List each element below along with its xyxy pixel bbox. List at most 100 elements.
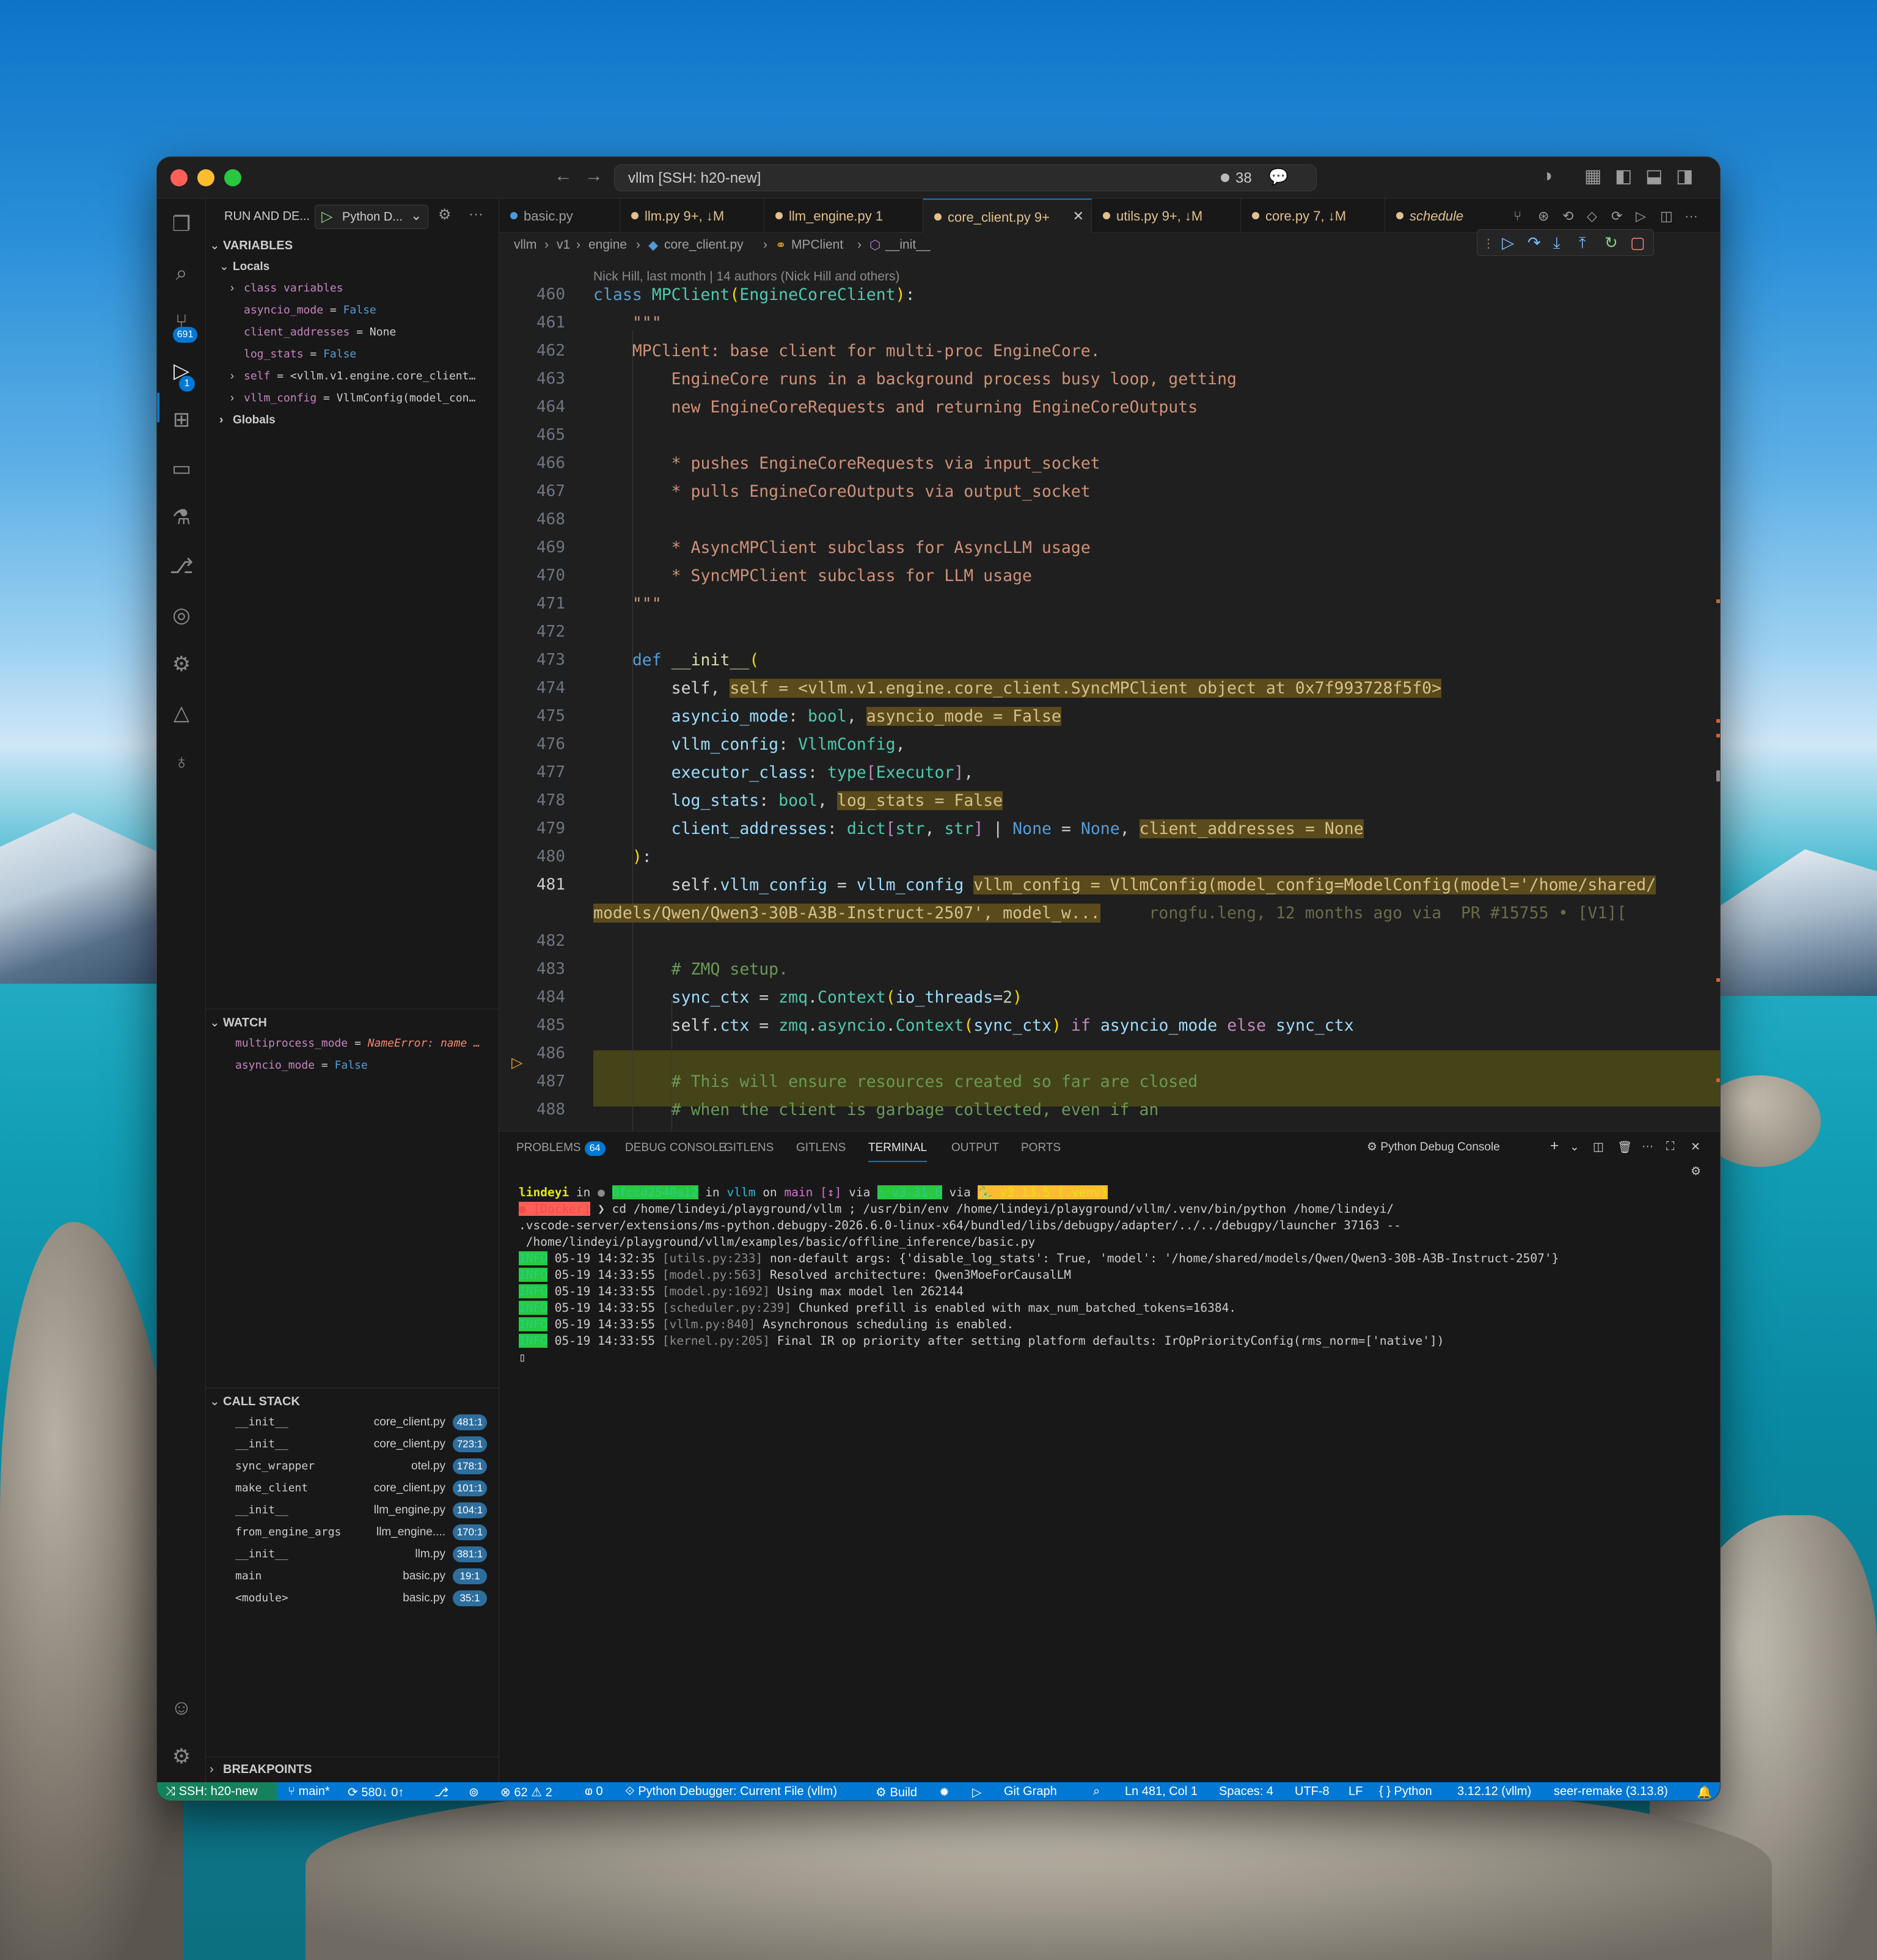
layout-icon[interactable]: ▦: [1584, 166, 1601, 187]
stop-icon[interactable]: ▢: [1630, 233, 1645, 252]
variable-vllm-config[interactable]: › vllm_config = VllmConfig(model_con…: [230, 392, 475, 404]
back-arrow-icon[interactable]: ←: [554, 166, 573, 186]
gitlens-inspect-icon[interactable]: ◎: [168, 602, 195, 629]
blame-annotation[interactable]: Nick Hill, last month | 14 authors (Nick…: [593, 269, 899, 284]
breadcrumb-item[interactable]: MPClient: [791, 238, 843, 252]
variable-class-variables[interactable]: › class variables: [230, 282, 343, 294]
indentation-status[interactable]: Spaces: 4: [1219, 1785, 1273, 1799]
minimize-window-button[interactable]: [197, 169, 214, 186]
split-terminal-icon[interactable]: ◫: [1593, 1140, 1604, 1154]
tab-ports[interactable]: PORTS: [1021, 1141, 1061, 1155]
stack-frame[interactable]: __init__ core_client.py 481:1: [235, 1412, 492, 1433]
breadcrumb-item[interactable]: __init__: [885, 238, 931, 252]
terminal-settings-gear-icon[interactable]: ⚙: [1691, 1165, 1701, 1179]
notifications-bell-icon[interactable]: 🔔: [1697, 1785, 1712, 1800]
search-icon[interactable]: ⌕: [168, 260, 195, 287]
toggle-panel-icon[interactable]: ⬓: [1645, 166, 1663, 187]
eol-status[interactable]: LF: [1348, 1785, 1363, 1799]
problems-status[interactable]: ⊗ 62 ⚠ 2: [500, 1785, 552, 1800]
gitlens-compare-icon[interactable]: ◇: [1587, 208, 1597, 224]
cursor-position[interactable]: Ln 481, Col 1: [1125, 1785, 1198, 1799]
remote-explorer-icon[interactable]: ▭: [168, 455, 195, 482]
branch-status[interactable]: ⑂ main*: [288, 1785, 330, 1799]
stack-frame[interactable]: <module> basic.py 35:1: [235, 1588, 492, 1609]
watch-expression-asyncio-mode[interactable]: asyncio_mode = False: [235, 1059, 368, 1072]
start-debug-icon[interactable]: ▷: [321, 208, 332, 225]
tab-debug-console[interactable]: DEBUG CONSOLE: [625, 1141, 726, 1155]
maximize-panel-icon[interactable]: ⛶: [1666, 1140, 1674, 1154]
watch-expression-multiprocess-mode[interactable]: multiprocess_mode = NameError: name …: [235, 1037, 480, 1050]
close-window-button[interactable]: [170, 169, 188, 186]
new-terminal-icon[interactable]: +: [1550, 1138, 1559, 1155]
split-editor-icon[interactable]: ◫: [1660, 208, 1673, 224]
variable-log-stats[interactable]: log_stats = False: [244, 348, 356, 360]
step-over-icon[interactable]: ↷: [1528, 233, 1541, 252]
variable-asyncio-mode[interactable]: asyncio_mode = False: [244, 304, 376, 316]
breadcrumb-item[interactable]: core_client.py: [664, 238, 744, 252]
debug-settings-gear-icon[interactable]: ⚙: [438, 206, 452, 224]
explorer-icon[interactable]: ❐: [168, 211, 195, 238]
gitlens-status-icon[interactable]: ⎇: [434, 1785, 448, 1800]
tab-llm-py[interactable]: llm.py 9+, ↓M: [620, 199, 764, 233]
stack-frame[interactable]: from_engine_args llm_engine.... 170:1: [235, 1522, 492, 1543]
cortex-icon[interactable]: ♁: [168, 748, 195, 775]
more-actions-icon[interactable]: ···: [469, 206, 483, 223]
testing-icon[interactable]: ⚗: [168, 504, 195, 531]
maximize-window-button[interactable]: [224, 169, 241, 186]
tab-schedule[interactable]: schedule: [1385, 199, 1501, 233]
bug-icon[interactable]: ✹: [939, 1785, 949, 1800]
stack-frame[interactable]: __init__ llm.py 381:1: [235, 1544, 492, 1565]
stack-frame[interactable]: main basic.py 19:1: [235, 1566, 492, 1587]
sync-status[interactable]: ⟳ 580↓ 0↑: [348, 1785, 404, 1800]
terminal-cursor[interactable]: ▯: [519, 1350, 526, 1364]
pr-status-icon[interactable]: ⊚: [469, 1785, 479, 1800]
tab-basic-py[interactable]: basic.py: [499, 199, 620, 233]
tab-llm-engine-py[interactable]: llm_engine.py 1: [764, 199, 923, 233]
tab-gitlens[interactable]: GITLENS: [724, 1141, 774, 1155]
chat-icon[interactable]: 💬: [1268, 167, 1288, 186]
ports-status[interactable]: ⱷ 0: [585, 1785, 603, 1799]
toggle-secondary-sidebar-icon[interactable]: ◨: [1676, 166, 1693, 187]
gitlens-next-icon[interactable]: ⟳: [1611, 208, 1622, 224]
environment-status[interactable]: seer-remake (3.13.8): [1554, 1785, 1668, 1799]
tab-gitlens-2[interactable]: GITLENS: [796, 1141, 846, 1155]
build-status[interactable]: ⚙ Build: [876, 1785, 917, 1800]
globals-scope[interactable]: › Globals: [219, 414, 276, 427]
scrollbar-thumb[interactable]: [1716, 770, 1720, 781]
close-panel-icon[interactable]: ✕: [1691, 1140, 1700, 1154]
git-graph-status[interactable]: Git Graph: [1004, 1785, 1057, 1799]
language-status[interactable]: { } Python: [1379, 1785, 1432, 1799]
copilot-icon[interactable]: ◑: [1542, 166, 1553, 186]
breadcrumb-item[interactable]: v1: [557, 238, 570, 252]
step-into-icon[interactable]: ⤓: [1553, 233, 1561, 253]
tab-problems[interactable]: PROBLEMS 64: [516, 1141, 606, 1156]
stack-frame[interactable]: sync_wrapper otel.py 178:1: [235, 1456, 492, 1477]
chevron-down-icon[interactable]: ⌄: [411, 208, 422, 224]
tab-utils-py[interactable]: utils.py 9+, ↓M: [1092, 199, 1241, 233]
interpreter-status[interactable]: 3.12.12 (vllm): [1457, 1785, 1531, 1799]
gitlens-icon[interactable]: ⎇: [168, 553, 195, 580]
docker-icon[interactable]: ⚙: [168, 651, 195, 678]
variable-self[interactable]: › self = <vllm.v1.engine.core_client…: [230, 370, 475, 382]
toggle-sidebar-icon[interactable]: ◧: [1615, 166, 1632, 187]
more-actions-icon[interactable]: ···: [1642, 1140, 1653, 1154]
zoom-search-icon[interactable]: ⌕: [1093, 1785, 1100, 1799]
tab-core-py[interactable]: core.py 7, ↓M: [1241, 199, 1385, 233]
stack-frame[interactable]: make_client core_client.py 101:1: [235, 1478, 492, 1499]
editor-more-icon[interactable]: ···: [1685, 208, 1698, 224]
tab-output[interactable]: OUTPUT: [951, 1141, 999, 1155]
breadcrumb-item[interactable]: vllm: [514, 238, 536, 252]
extensions-icon[interactable]: ⊞: [168, 406, 195, 433]
variable-client-addresses[interactable]: client_addresses = None: [244, 326, 396, 338]
continue-icon[interactable]: ▷: [1502, 233, 1514, 252]
command-center[interactable]: vllm [SSH: h20-new] 38 💬: [614, 164, 1317, 191]
remote-status[interactable]: ⤨ SSH: h20-new: [166, 1785, 258, 1799]
tab-core-client-py[interactable]: core_client.py 9+ ✕: [923, 199, 1092, 233]
manage-gear-icon[interactable]: ⚙: [168, 1743, 195, 1770]
run-file-icon[interactable]: ▷: [1636, 208, 1646, 224]
stack-frame[interactable]: __init__ llm_engine.py 104:1: [235, 1500, 492, 1521]
locals-scope[interactable]: ⌄ Locals: [219, 260, 269, 274]
variables-section-header[interactable]: ⌄ VARIABLES: [210, 238, 293, 253]
breadcrumb-item[interactable]: engine: [588, 238, 627, 252]
step-out-icon[interactable]: ⤒: [1579, 233, 1586, 253]
